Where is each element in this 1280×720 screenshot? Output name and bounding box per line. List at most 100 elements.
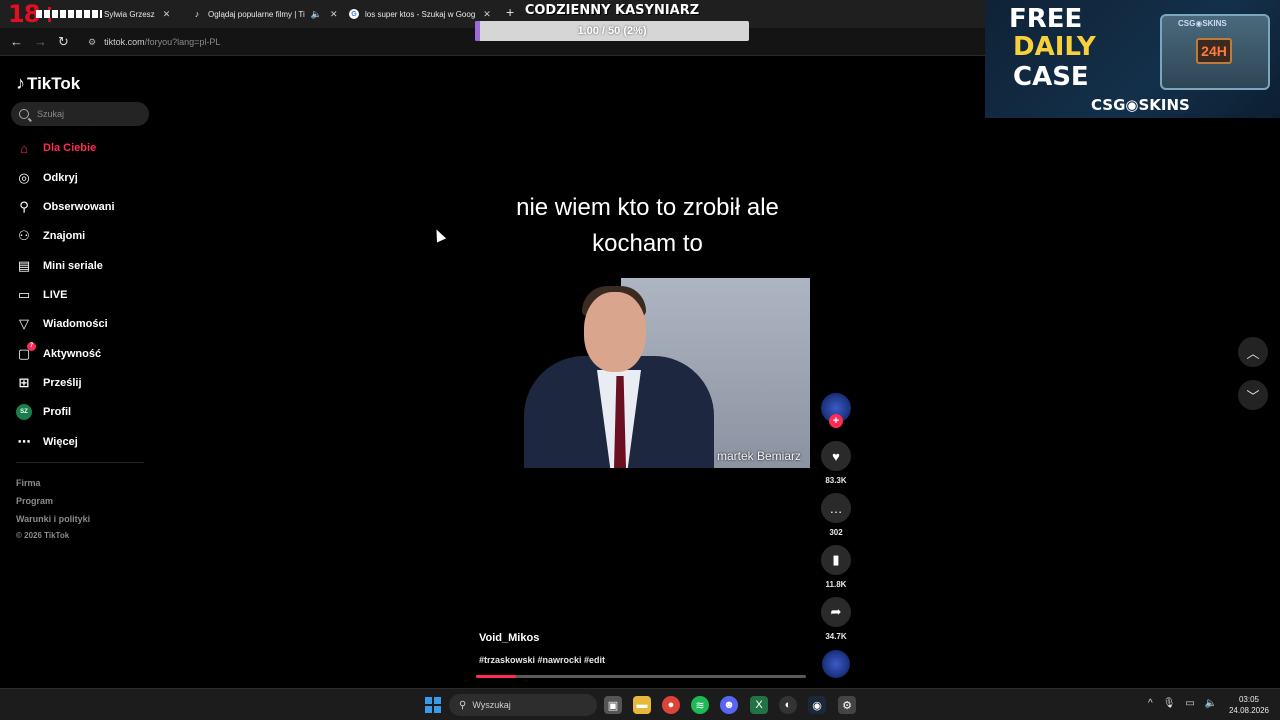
live-icon: ▭	[17, 287, 31, 302]
copyright-text: © 2026 TikTok	[16, 531, 70, 540]
taskbar-search-placeholder: Wyszukaj	[472, 700, 511, 710]
sidebar-item-activity[interactable]: ▢ 7 Aktywność	[16, 342, 102, 364]
share-icon[interactable]: ➦	[821, 597, 851, 627]
taskbar-clock[interactable]: 03:05 24.08.2026	[1226, 694, 1272, 716]
network-icon[interactable]: ▭	[1185, 698, 1194, 709]
bookmark-icon[interactable]: ▮	[821, 545, 851, 575]
sidebar-item-label: Odkryj	[43, 172, 78, 184]
tiktok-sidebar: ♪ TikTok ⌂ Dla Ciebie ◎ Odkryj ⚲ Obserwo…	[0, 57, 160, 687]
sidebar-item-upload[interactable]: ⊞ Prześlij	[16, 373, 82, 393]
censored-tab-area	[36, 10, 102, 18]
sidebar-item-mini-series[interactable]: ▤ Mini seriale	[16, 256, 103, 276]
ad-headline-daily: DAILY	[1013, 32, 1096, 62]
share-action[interactable]: ➦ 34.7K	[820, 597, 852, 641]
tiktok-logo-text: TikTok	[27, 73, 81, 93]
reload-icon[interactable]: ↻	[58, 34, 69, 50]
chevron-down-icon[interactable]: ﹀	[1238, 380, 1268, 410]
activity-icon: ▢ 7	[16, 342, 36, 362]
video-author[interactable]: Void_Mikos	[479, 632, 539, 644]
forward-icon[interactable]: →	[34, 34, 47, 49]
sidebar-item-label: Profil	[43, 406, 72, 418]
compass-icon: ◎	[18, 170, 30, 185]
app-icon[interactable]: ◐	[779, 696, 797, 714]
ad-crate-image: CSG◉SKINS 24H	[1160, 14, 1270, 90]
video-player[interactable]: martek Bemiarz	[514, 278, 810, 468]
sidebar-item-label: Prześlij	[43, 377, 82, 389]
tab-title: Oglądaj popularne filmy | Ti	[208, 9, 305, 19]
search-input[interactable]	[37, 109, 137, 119]
speaker-icon[interactable]: 🔈	[311, 9, 322, 20]
save-count: 11.8K	[825, 580, 847, 589]
video-progress-fill	[476, 675, 516, 678]
mouse-cursor-icon	[431, 227, 447, 243]
footer-link-program[interactable]: Program	[16, 496, 53, 506]
volume-icon[interactable]: 🔈	[1205, 698, 1217, 709]
ad-brand-logo: CSG◉SKINS	[1091, 96, 1190, 114]
follow-button[interactable]: +	[829, 414, 843, 428]
footer-link-company[interactable]: Firma	[16, 478, 41, 488]
file-explorer-icon[interactable]: ▬	[633, 696, 651, 714]
url-host: tiktok.com	[104, 37, 145, 47]
sidebar-item-profile[interactable]: SZ Profil	[16, 402, 71, 422]
ad-crate-badge: 24H	[1196, 38, 1232, 64]
sidebar-item-label: Aktywność	[43, 348, 102, 360]
video-caption: nie wiem kto to zrobił ale kocham to	[516, 194, 779, 257]
chrome-icon[interactable]: ●	[662, 696, 680, 714]
video-hashtags[interactable]: #trzaskowski #nawrocki #edit	[479, 655, 605, 665]
share-count: 34.7K	[825, 632, 847, 641]
excel-icon[interactable]: X	[750, 696, 768, 714]
series-icon: ▤	[17, 258, 31, 273]
like-count: 83.3K	[825, 476, 847, 485]
system-tray: ^ 🎙 ▭ 🔈	[1148, 698, 1217, 709]
comment-count: 302	[829, 528, 843, 537]
close-icon[interactable]: ✕	[330, 9, 338, 20]
browser-tab-3[interactable]: G los super ktos - Szukaj w Goog ✕	[349, 4, 491, 24]
ad-headline-case: CASE	[1013, 62, 1089, 92]
taskbar-search[interactable]: ⚲ Wyszukaj	[449, 694, 597, 716]
chevron-up-icon[interactable]: ^	[1148, 698, 1153, 709]
tiktok-logo[interactable]: ♪ TikTok	[16, 73, 80, 94]
sidebar-item-label: Mini seriale	[43, 260, 103, 272]
sidebar-item-label: Dla Ciebie	[43, 142, 97, 154]
google-icon: G	[349, 9, 359, 19]
windows-taskbar: ⚲ Wyszukaj ▣ ▬ ● ≋ ☻ X ◐ ◉ ⚙ ^ 🎙 ▭ 🔈 03:…	[0, 688, 1280, 720]
windows-start-icon[interactable]	[425, 697, 441, 713]
sidebar-item-label: Więcej	[43, 436, 78, 448]
sidebar-item-following[interactable]: ⚲ Obserwowani	[16, 197, 114, 217]
url-path: /foryou?lang=pl-PL	[144, 37, 221, 47]
chevron-up-icon[interactable]: ︿	[1238, 337, 1268, 367]
sidebar-item-messages[interactable]: ▽ Wiadomości	[16, 314, 108, 334]
clock-date: 24.08.2026	[1228, 706, 1270, 715]
sidebar-item-live[interactable]: ▭ LIVE	[16, 285, 68, 305]
task-view-icon[interactable]: ▣	[604, 696, 622, 714]
site-info-icon[interactable]: ⚙	[88, 37, 96, 48]
steam-icon[interactable]: ◉	[808, 696, 826, 714]
footer-link-terms[interactable]: Warunki i polityki	[16, 514, 90, 524]
sidebar-item-label: Znajomi	[43, 230, 86, 242]
browser-tab-1[interactable]: Sylwia Grzesz ✕	[104, 4, 170, 24]
sidebar-item-friends[interactable]: ⚇ Znajomi	[16, 226, 85, 246]
clock-time: 03:05	[1238, 695, 1260, 704]
sidebar-item-more[interactable]: ⋯ Więcej	[16, 432, 78, 452]
comment-icon[interactable]: …	[821, 493, 851, 523]
tab-title: los super ktos - Szukaj w Goog	[365, 9, 476, 19]
csgoskins-ad-banner[interactable]: FREE DAILY CASE CSG◉SKINS 24H CSG◉SKINS	[985, 0, 1280, 118]
discord-icon[interactable]: ☻	[720, 696, 738, 714]
following-icon: ⚲	[19, 199, 29, 214]
microphone-icon[interactable]: 🎙	[1163, 698, 1176, 709]
like-action[interactable]: ♥ 83.3K	[820, 441, 852, 485]
browser-tab-2[interactable]: ♪ Oglądaj popularne filmy | Ti 🔈 ✕	[192, 4, 338, 24]
heart-icon[interactable]: ♥	[821, 441, 851, 471]
spotify-icon[interactable]: ≋	[691, 696, 709, 714]
save-action[interactable]: ▮ 11.8K	[820, 545, 852, 589]
sidebar-item-for-you[interactable]: ⌂ Dla Ciebie	[16, 138, 96, 158]
tiktok-icon: ♪	[16, 73, 25, 93]
search-box[interactable]	[11, 102, 149, 126]
comment-action[interactable]: … 302	[820, 493, 852, 537]
music-disc[interactable]	[822, 650, 850, 678]
settings-icon[interactable]: ⚙	[838, 696, 856, 714]
close-icon[interactable]: ✕	[163, 9, 171, 20]
sidebar-item-explore[interactable]: ◎ Odkryj	[16, 168, 78, 188]
back-icon[interactable]: ←	[10, 34, 23, 49]
video-progress-bar[interactable]	[476, 675, 806, 678]
